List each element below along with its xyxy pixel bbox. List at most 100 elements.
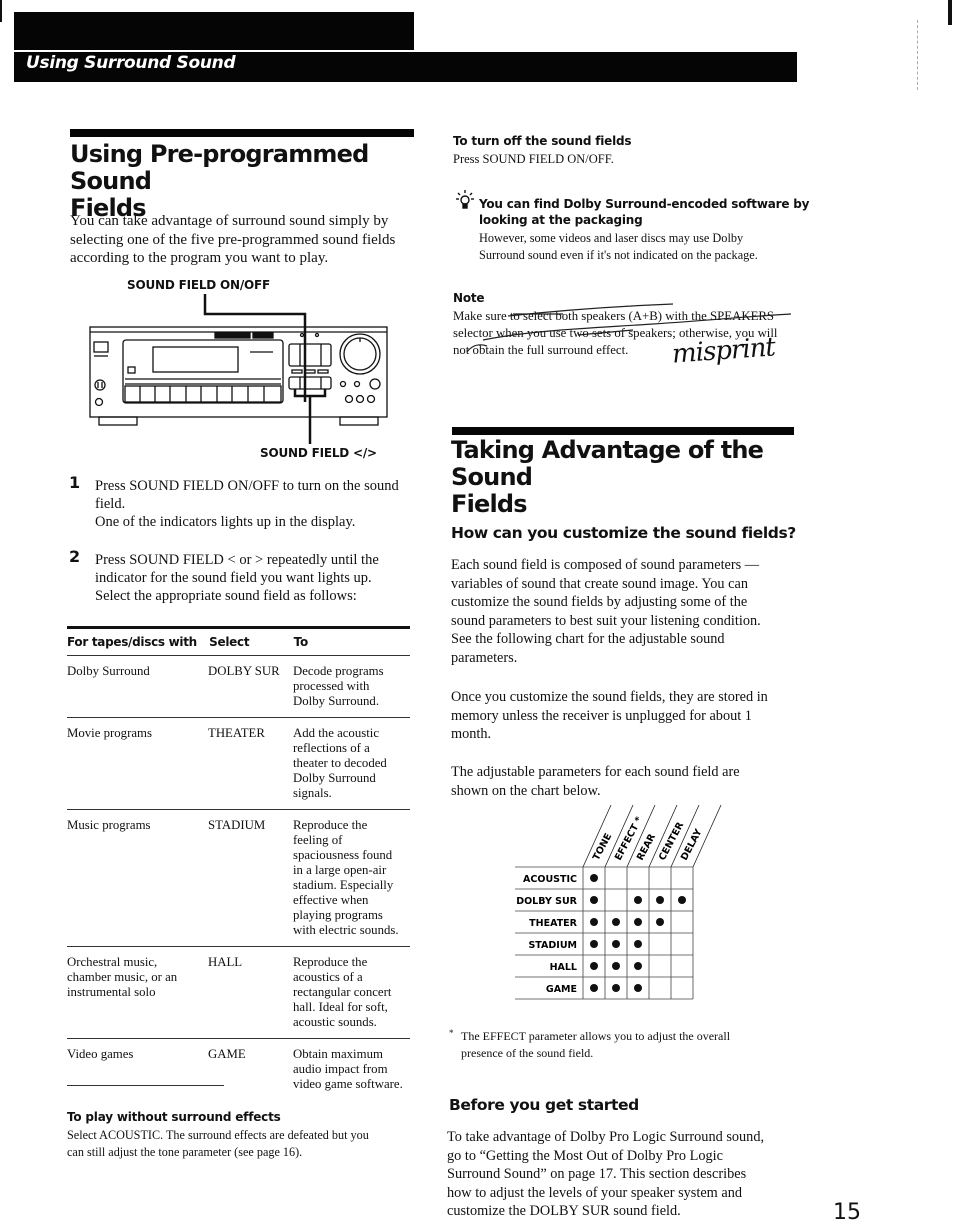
text-line: processed with <box>293 679 370 693</box>
text-line: customize the DOLBY SUR sound field. <box>447 1203 681 1219</box>
text-line: indicator for the sound field you want l… <box>95 570 372 586</box>
page-title: Using Pre-programmed Sound Fields <box>70 141 415 222</box>
text-line: memory unless the receiver is unplugged … <box>451 707 752 724</box>
text-line: video game software. <box>293 1077 403 1091</box>
figure-label-sound-field: SOUND FIELD </> <box>260 446 377 460</box>
text-line: One of the indicators lights up in the d… <box>95 514 356 530</box>
text-line: go to “Getting the Most Out of Dolby Pro… <box>447 1147 723 1164</box>
text-line: The EFFECT parameter allows you to adjus… <box>461 1029 731 1043</box>
text-line: feeling of <box>293 833 343 847</box>
column-header: For tapes/discs with <box>67 635 197 649</box>
receiver-illustration <box>89 294 388 444</box>
text-line: month. <box>451 726 492 742</box>
cell-source: Dolby Surround <box>67 664 208 709</box>
text-line: Press SOUND FIELD < or > repeatedly unti… <box>95 552 379 568</box>
intro-paragraph: You can take advantage of surround sound… <box>70 212 420 268</box>
section-title: Using Surround Sound <box>26 53 236 73</box>
customize-paragraph-2: Once you customize the sound fields, the… <box>451 688 801 744</box>
table-row: Orchestral music, chamber music, or an ins… <box>67 947 410 1039</box>
text-line: audio impact from <box>293 1062 388 1076</box>
turn-off-heading: To turn off the sound fields <box>453 134 632 148</box>
parameter-chart: TONEEFFECT *REARCENTERDELAYACOUSTICDOLBY… <box>515 804 722 1000</box>
text-line: Orchestral music, <box>67 955 158 969</box>
text-line: instrumental solo <box>67 985 156 999</box>
page-title-line: Using Pre-programmed Sound <box>70 140 369 195</box>
text-line: reflections of a <box>293 741 370 755</box>
header-banner-block <box>14 12 414 50</box>
text-line: acoustics of a <box>293 970 363 984</box>
cell-source: Movie programs <box>67 726 208 801</box>
text-line: Press SOUND FIELD ON/OFF to turn on the … <box>95 478 399 494</box>
text-line: signals. <box>293 786 332 800</box>
column-label: DELAY <box>679 827 705 862</box>
table-row: Movie programs THEATER Add the acoustic ref… <box>67 718 410 810</box>
receiver-foot <box>339 416 379 426</box>
tip-text: However, some videos and laser discs may… <box>479 230 758 264</box>
parameter-dot <box>634 896 642 904</box>
parameter-dot <box>634 984 642 992</box>
heading-rule <box>452 427 794 435</box>
parameter-dot <box>612 940 620 948</box>
parameter-dot <box>590 874 598 882</box>
text-line: Select the appropriate sound field as fo… <box>95 588 357 604</box>
handwritten-annotation: misprint <box>671 332 776 370</box>
cell-to: Add the acoustic reflections of a theater … <box>293 726 410 801</box>
text-line: The adjustable parameters for each sound… <box>451 764 740 780</box>
sound-field-table: For tapes/discs with Select To Dolby Sur… <box>67 626 410 1100</box>
text-line: However, some videos and laser discs may… <box>479 231 744 245</box>
parameter-dot <box>590 918 598 926</box>
text-line: sound parameters to best suit your liste… <box>451 612 761 629</box>
row-label: GAME <box>546 984 577 995</box>
table-header: For tapes/discs with Select To <box>67 629 410 656</box>
text-line: Each sound field is composed of sound pa… <box>451 557 760 573</box>
heading-rule <box>70 129 414 137</box>
cell-select: HALL <box>208 955 243 969</box>
column-header: Select <box>209 635 250 649</box>
crop-mark <box>917 20 919 90</box>
text-line: See the following chart for the adjustab… <box>451 631 725 647</box>
no-effects-heading: To play without surround effects <box>67 1110 281 1124</box>
text-line: Once you customize the sound fields, the… <box>451 689 768 705</box>
parameter-dot <box>634 962 642 970</box>
text-line: Surround Sound” on page 17. This section… <box>447 1166 747 1182</box>
parameter-dot <box>656 896 664 904</box>
text-line: Dolby Surround. <box>293 694 380 708</box>
cell-to: Reproduce the feeling of spaciousness foun… <box>293 818 410 938</box>
receiver-foot <box>98 416 138 426</box>
text-line: Select ACOUSTIC. The surround effects ar… <box>67 1128 369 1142</box>
table-row: Video games GAME Obtain maximum audio impac… <box>67 1039 410 1100</box>
step-number: 1 <box>69 473 81 492</box>
text-line: effective when <box>293 893 369 907</box>
cell-to: Reproduce the acoustics of a rectangular c… <box>293 955 410 1030</box>
table-row: Dolby Surround DOLBY SUR Decode programs pr… <box>67 656 410 718</box>
sound-field-buttons <box>288 376 332 390</box>
text-line: looking at the packaging <box>479 213 643 227</box>
before-heading: Before you get started <box>449 1096 639 1114</box>
turn-off-text: Press SOUND FIELD ON/OFF. <box>453 152 614 166</box>
row-label: THEATER <box>529 918 578 929</box>
text-line: playing programs <box>293 908 383 922</box>
text-line: Add the acoustic <box>293 726 379 740</box>
text-line: according to the program you want to pla… <box>70 250 329 266</box>
text-line: theater to decoded <box>293 756 387 770</box>
text-line: variables of sound that create sound ima… <box>451 575 748 592</box>
parameter-dot <box>612 918 620 926</box>
row-label: HALL <box>550 962 577 973</box>
text-line: in a large open-air <box>293 863 387 877</box>
text-line: hall. Ideal for soft, <box>293 1000 388 1014</box>
cell-to: Decode programs processed with Dolby Surro… <box>293 664 410 709</box>
parameter-dot <box>612 984 620 992</box>
text-line: field. <box>95 496 126 512</box>
knob-icon <box>94 379 106 391</box>
cell-source: Orchestral music, chamber music, or an ins… <box>67 955 208 1030</box>
text-line: Surround sound even if it's not indicate… <box>479 248 758 262</box>
text-line: To take advantage of Dolby Pro Logic Sur… <box>447 1129 765 1145</box>
text-line: You can find Dolby Surround-encoded soft… <box>479 197 810 211</box>
column-label: TONE <box>591 832 614 863</box>
strikethrough <box>577 329 634 336</box>
text-line: Decode programs <box>293 664 384 678</box>
table-row: Music programs STADIUM Reproduce the feelin… <box>67 810 410 947</box>
figure-label-on-off: SOUND FIELD ON/OFF <box>127 278 271 292</box>
lightbulb-icon <box>456 190 474 209</box>
page-edge-right <box>948 0 952 25</box>
